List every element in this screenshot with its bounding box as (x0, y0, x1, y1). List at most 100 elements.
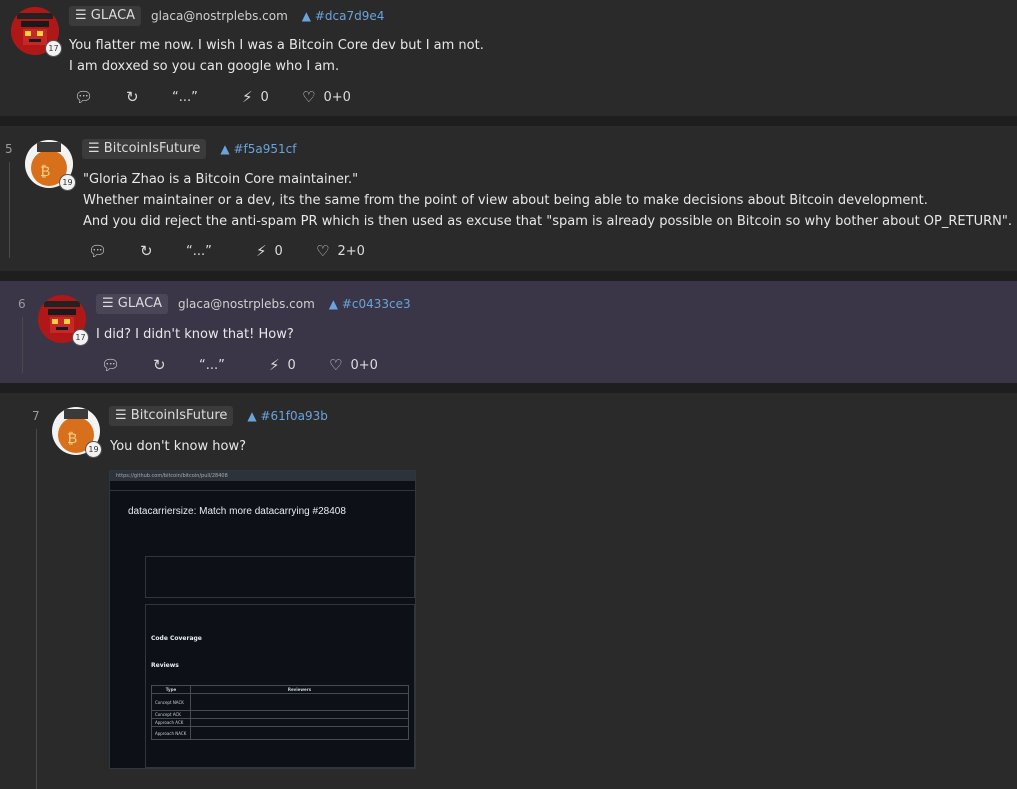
author-name: BitcoinIsFuture (130, 408, 228, 423)
table-header: Reviewers (190, 685, 409, 694)
post-separator (0, 271, 1017, 281)
zap-count: 0 (260, 89, 269, 105)
content-line: You don't know how? (110, 439, 246, 454)
pubkey-link[interactable]: ▲ #61f0a93b (247, 409, 327, 423)
thread-line (9, 162, 10, 258)
post-content: You flatter me now. I wish I was a Bitco… (69, 35, 484, 77)
reply-button[interactable]: 💬︎ (101, 356, 153, 374)
content-line: I did? I didn't know that! How? (96, 327, 294, 342)
svg-text:₿: ₿ (67, 431, 77, 447)
nip05-identifier: glaca@nostrplebs.com (178, 297, 315, 311)
table-cell (190, 726, 409, 740)
zap-count: 0 (274, 243, 283, 259)
quote-button[interactable]: “...” (186, 244, 256, 259)
pubkey-text: #c0433ce3 (341, 297, 411, 311)
pubkey-text: #dca7d9e4 (314, 9, 385, 23)
embedded-reviews-table: Type Reviewers Concept NACK Concept ACK A… (151, 685, 409, 740)
author-name-chip[interactable]: ☰ GLACA (96, 294, 169, 314)
embedded-section-heading: Code Coverage (151, 635, 202, 642)
lightning-icon: ⚡︎ (256, 242, 267, 260)
hamburger-icon: ☰ (102, 296, 118, 311)
post-content: I did? I didn't know that! How? (96, 324, 294, 345)
post-separator (0, 383, 1017, 393)
triangle-up-icon: ▲ (301, 9, 315, 23)
table-cell: Concept NACK (151, 693, 191, 711)
post-content: "Gloria Zhao is a Bitcoin Core maintaine… (83, 169, 1012, 232)
repost-button[interactable]: ↻ (126, 88, 172, 106)
post-6: 6 17 ☰ GLACA glaca@nostrplebs.com ▲ #c04… (0, 281, 1017, 383)
zap-button[interactable]: ⚡︎ 0 (256, 242, 316, 260)
embedded-section-heading: Reviews (151, 662, 179, 669)
thread-line (22, 317, 23, 373)
post-separator (0, 116, 1017, 126)
quote-label: “...” (186, 243, 212, 259)
content-line: Whether maintainer or a dev, its the sam… (83, 193, 928, 208)
author-name: BitcoinIsFuture (103, 141, 201, 156)
follower-badge: 19 (59, 174, 76, 191)
author-name-chip[interactable]: ☰ BitcoinIsFuture (82, 139, 207, 159)
embedded-tab-bar (110, 481, 415, 491)
pubkey-link[interactable]: ▲ #f5a951cf (220, 142, 296, 156)
post-number: 6 (18, 297, 26, 311)
quote-label: “...” (172, 89, 198, 105)
table-cell: Approach NACK (151, 726, 191, 740)
pubkey-link[interactable]: ▲ #c0433ce3 (329, 297, 411, 311)
zap-button[interactable]: ⚡︎ 0 (269, 356, 329, 374)
post-actions: 💬︎ ↻ “...” ⚡︎ 0 ♡ 2+0 (88, 242, 365, 260)
post-number: 7 (32, 409, 40, 423)
pubkey-text: #f5a951cf (233, 142, 297, 156)
like-button[interactable]: ♡ 2+0 (316, 242, 365, 260)
quote-button[interactable]: “...” (199, 358, 269, 373)
heart-icon: ♡ (316, 242, 330, 260)
table-cell (190, 710, 409, 719)
like-count: 2+0 (337, 243, 365, 259)
quote-button[interactable]: “...” (172, 90, 242, 105)
like-count: 0+0 (323, 89, 351, 105)
author-name-chip[interactable]: ☰ GLACA (69, 6, 142, 26)
author-name: GLACA (117, 296, 163, 311)
triangle-up-icon: ▲ (220, 142, 234, 156)
heart-icon: ♡ (329, 356, 343, 374)
embedded-url-bar: https://github.com/bitcoin/bitcoin/pull/… (110, 471, 415, 481)
zap-count: 0 (287, 357, 296, 373)
follower-badge: 17 (72, 329, 89, 346)
table-cell (190, 718, 409, 727)
speech-bubble-icon: 💬︎ (101, 356, 121, 374)
post-actions: 💬︎ ↻ “...” ⚡︎ 0 ♡ 0+0 (101, 356, 378, 374)
repost-icon: ↻ (140, 242, 153, 260)
lightning-icon: ⚡︎ (242, 88, 253, 106)
reply-button[interactable]: 💬︎ (88, 242, 140, 260)
embedded-image[interactable]: https://github.com/bitcoin/bitcoin/pull/… (109, 470, 416, 769)
lightning-icon: ⚡︎ (269, 356, 280, 374)
reply-button[interactable]: 💬︎ (74, 88, 126, 106)
embedded-pr-title: datacarriersize: Match more datacarrying… (128, 506, 346, 517)
like-button[interactable]: ♡ 0+0 (302, 88, 351, 106)
pubkey-link[interactable]: ▲ #dca7d9e4 (302, 9, 385, 23)
thread-line (36, 429, 37, 789)
post-actions: 💬︎ ↻ “...” ⚡︎ 0 ♡ 0+0 (74, 88, 351, 106)
follower-badge: 19 (85, 441, 102, 458)
table-cell: Concept ACK (151, 710, 191, 719)
author-name: GLACA (90, 8, 136, 23)
post-content: You don't know how? (110, 436, 246, 457)
repost-button[interactable]: ↻ (153, 356, 199, 374)
content-line: And you did reject the anti-spam PR whic… (83, 214, 1012, 229)
hamburger-icon: ☰ (88, 141, 104, 156)
repost-button[interactable]: ↻ (140, 242, 186, 260)
speech-bubble-icon: 💬︎ (88, 242, 108, 260)
like-button[interactable]: ♡ 0+0 (329, 356, 378, 374)
embedded-comment-box (145, 556, 415, 598)
zap-button[interactable]: ⚡︎ 0 (242, 88, 302, 106)
repost-icon: ↻ (126, 88, 139, 106)
triangle-up-icon: ▲ (328, 297, 342, 311)
hamburger-icon: ☰ (75, 8, 91, 23)
content-line: I am doxxed so you can google who I am. (69, 59, 340, 74)
svg-text:₿: ₿ (40, 164, 50, 180)
follower-badge: 17 (45, 40, 62, 57)
repost-icon: ↻ (153, 356, 166, 374)
post-5: 5 ₿ 19 ☰ BitcoinIsFuture ▲ #f5a951cf "Gl… (0, 126, 1017, 271)
triangle-up-icon: ▲ (247, 409, 261, 423)
table-cell (190, 693, 409, 711)
hamburger-icon: ☰ (115, 408, 131, 423)
author-name-chip[interactable]: ☰ BitcoinIsFuture (109, 406, 234, 426)
